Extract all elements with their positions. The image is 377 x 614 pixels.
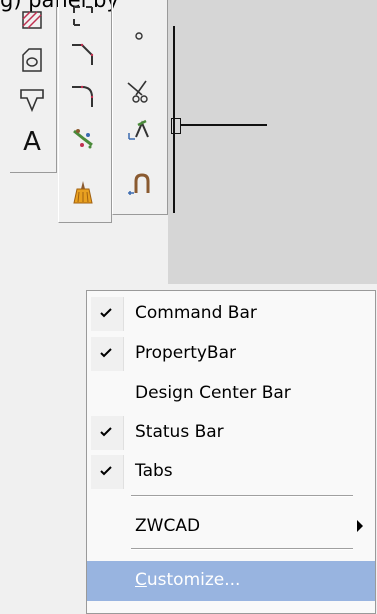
- menu-item-label: Customize...: [135, 570, 240, 590]
- menu-item-label: Status Bar: [135, 422, 224, 442]
- check-icon-box: [91, 416, 124, 450]
- purge-icon[interactable]: [65, 176, 101, 208]
- fillet-icon[interactable]: [65, 80, 101, 112]
- checkmark-icon: [100, 466, 112, 476]
- menu-item-property-bar[interactable]: PropertyBar: [87, 334, 375, 374]
- check-icon-box: [91, 297, 124, 331]
- drawing-canvas[interactable]: [168, 0, 377, 284]
- toolbar-context-menu: Command Bar PropertyBar Design Center Ba…: [86, 290, 376, 614]
- menu-separator: [131, 548, 353, 550]
- checkmark-icon: [100, 308, 112, 318]
- menu-separator: [131, 495, 353, 497]
- menu-item-label: Command Bar: [135, 303, 257, 323]
- draw-toolbar: A: [10, 0, 57, 173]
- break-icon[interactable]: [121, 168, 157, 200]
- chamfer-icon[interactable]: [65, 38, 101, 70]
- menu-item-command-bar[interactable]: Command Bar: [87, 294, 375, 334]
- menu-item-label: PropertyBar: [135, 343, 237, 363]
- submenu-arrow-icon: [357, 520, 363, 532]
- drawn-horizontal-line[interactable]: [181, 124, 267, 126]
- trim-icon[interactable]: [121, 76, 157, 108]
- menu-item-label: Design Center Bar: [135, 383, 291, 403]
- menu-item-label: ZWCAD: [135, 516, 201, 536]
- mnemonic-char: C: [135, 570, 147, 590]
- hatch-icon[interactable]: [14, 4, 50, 36]
- text-glyph: A: [23, 127, 41, 157]
- entity-grip[interactable]: [171, 118, 181, 134]
- menu-item-design-center-bar[interactable]: Design Center Bar: [87, 374, 375, 414]
- rectangle-corner-icon[interactable]: [65, 0, 101, 32]
- point-icon[interactable]: [121, 20, 157, 52]
- menu-item-customize[interactable]: Customize...: [87, 561, 375, 601]
- menu-item-zwcad[interactable]: ZWCAD: [87, 507, 375, 547]
- table-icon[interactable]: [14, 84, 50, 116]
- edit-toolbar: [112, 0, 168, 215]
- menu-item-status-bar[interactable]: Status Bar: [87, 413, 375, 453]
- region-icon[interactable]: [14, 44, 50, 76]
- checkmark-icon: [100, 348, 112, 358]
- extend-icon[interactable]: [121, 114, 157, 146]
- menu-item-tabs[interactable]: Tabs: [87, 452, 375, 492]
- modify-toolbar: [58, 0, 112, 223]
- menu-item-label: Tabs: [135, 461, 173, 481]
- text-icon[interactable]: A: [14, 126, 50, 158]
- check-icon-box: [91, 455, 124, 489]
- checkmark-icon: [100, 427, 112, 437]
- check-icon-box: [91, 337, 124, 371]
- menu-item-label-rest: ustomize...: [146, 570, 241, 590]
- explode-icon[interactable]: [65, 122, 101, 154]
